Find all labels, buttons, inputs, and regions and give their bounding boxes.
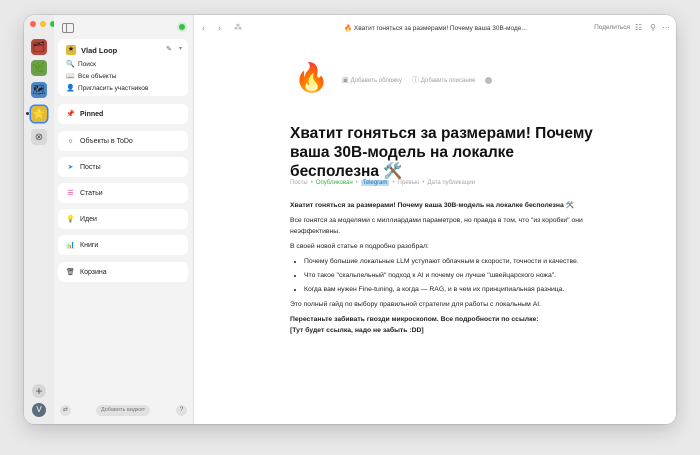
paragraph[interactable]: [Тут будет ссылка, надо не забыть :DD] (290, 325, 590, 336)
add-widget-button[interactable]: Добавить виджет (96, 405, 151, 416)
widget-todo[interactable]: ○ Объекты в ToDo (58, 131, 188, 151)
swap-icon[interactable]: ⇄ (60, 405, 71, 416)
space-card: ★ Vlad Loop ✎ ▾ 🔍 Поиск 📖 Все объекты 👤 … (58, 39, 188, 96)
spaces-rail: 🗂 🌿 🗺 ⭐ ⊗ + V (24, 15, 56, 424)
document-body[interactable]: Хватит гоняться за размерами! Почему ваш… (290, 200, 590, 340)
relations-icon[interactable]: ☷ (635, 23, 642, 32)
info-icon: ⓘ (411, 77, 419, 84)
space-avatar: ★ (66, 45, 76, 55)
search-icon: 🔍 (66, 61, 75, 68)
editor-area: ‹ › ⁂ 🔥 Хватит гоняться за размерами! По… (194, 15, 676, 424)
space-header[interactable]: ★ Vlad Loop (66, 45, 117, 55)
paragraph[interactable]: Это полный гайд по выбору правильной стр… (290, 299, 590, 310)
window-controls (30, 21, 56, 27)
status-relation[interactable]: Опубликован (316, 180, 353, 186)
layout-icon[interactable] (485, 76, 493, 84)
chevron-down-icon[interactable]: ▾ (179, 45, 182, 52)
trash-icon: 🗑 (66, 269, 75, 276)
list-item[interactable]: Когда вам нужен Fine-tuning, а когда — R… (304, 284, 590, 295)
paragraph[interactable]: Все гонятся за моделями с миллиардами па… (290, 215, 590, 237)
widget-pinned[interactable]: 📌 Pinned (58, 104, 188, 124)
type-relation[interactable]: Посты (290, 180, 308, 186)
user-icon: 👤 (66, 85, 75, 92)
list-icon: ☰ (67, 190, 74, 197)
sidebar: ★ Vlad Loop ✎ ▾ 🔍 Поиск 📖 Все объекты 👤 … (54, 15, 194, 424)
sync-status-icon[interactable] (179, 24, 185, 30)
top-bar: ‹ › ⁂ 🔥 Хватит гоняться за размерами! По… (194, 15, 676, 41)
separator: • (422, 180, 425, 186)
widget-label: Pinned (80, 110, 104, 118)
space-button-5[interactable]: ⊗ (31, 129, 47, 145)
list-item[interactable]: Почему большие локальные LLM уступают об… (304, 256, 590, 267)
tag-relation[interactable]: Telegram (360, 180, 390, 186)
image-icon: ▣ (342, 77, 349, 84)
list-item[interactable]: Что такое "скальпельный" подход к AI и п… (304, 270, 590, 281)
widget-posts[interactable]: ➤ Посты (58, 157, 188, 177)
more-icon[interactable]: ⋯ (662, 23, 670, 32)
preview-relation[interactable]: Превью (398, 180, 420, 186)
invite-members-label: Пригласить участников (78, 84, 149, 92)
widget-label: Объекты в ToDo (80, 137, 133, 145)
all-objects-label: Все объекты (78, 72, 117, 80)
lightbulb-icon: 💡 (66, 216, 75, 223)
checkbox-icon: ○ (68, 137, 73, 145)
book-icon: 📖 (66, 73, 75, 80)
pin-icon[interactable]: ⚲ (650, 23, 656, 32)
widget-articles[interactable]: ☰ Статьи (58, 183, 188, 203)
sidebar-toggle-icon[interactable] (62, 23, 74, 33)
widget-books[interactable]: 📊 Книги (58, 235, 188, 255)
app-window: 🗂 🌿 🗺 ⭐ ⊗ + V ★ Vlad Loop ✎ ▾ 🔍 Поиск 📖 (24, 15, 676, 424)
forward-arrow-icon[interactable]: › (218, 23, 221, 33)
space-name: Vlad Loop (81, 45, 118, 55)
document-emoji-icon[interactable]: 🔥 (294, 63, 329, 93)
document-title[interactable]: Хватит гоняться за размерами! Почему ваш… (290, 124, 595, 181)
all-objects-link[interactable]: 📖 Все объекты (66, 72, 117, 81)
separator: • (355, 180, 358, 186)
books-icon: 📊 (66, 242, 75, 249)
document-relations: Посты • Опубликован • Telegram • Превью … (290, 180, 475, 186)
space-button-1[interactable]: 🗂 (31, 39, 47, 55)
pin-icon: 📌 (66, 111, 75, 118)
widget-label: Книги (80, 241, 99, 249)
search-label: Поиск (78, 60, 97, 68)
space-button-2[interactable]: 🌿 (31, 60, 47, 76)
profile-avatar[interactable]: V (32, 403, 46, 417)
widget-label: Корзина (80, 268, 107, 276)
add-cover-button[interactable]: ▣ Добавить обложку (342, 76, 402, 84)
widget-label: Идеи (80, 215, 97, 223)
document-actions: ▣ Добавить обложку ⓘ Добавить описание (342, 75, 493, 85)
sidebar-footer: ⇄ Добавить виджет ? (60, 404, 187, 418)
widget-ideas[interactable]: 💡 Идеи (58, 209, 188, 229)
graph-icon[interactable]: ⁂ (234, 23, 242, 32)
paragraph[interactable]: Перестаньте забивать гвозди микроскопом.… (290, 314, 590, 325)
publish-date-relation[interactable]: Дата публикации (427, 180, 475, 186)
widget-label: Статьи (80, 189, 103, 197)
widget-trash[interactable]: 🗑 Корзина (58, 262, 188, 282)
back-arrow-icon[interactable]: ‹ (202, 23, 205, 33)
separator: • (392, 180, 395, 186)
widget-label: Посты (80, 163, 101, 171)
space-button-active[interactable]: ⭐ (31, 106, 47, 122)
separator: • (310, 180, 313, 186)
share-button[interactable]: Поделиться (594, 24, 630, 31)
add-space-button[interactable]: + (32, 384, 46, 398)
document-title-breadcrumb[interactable]: 🔥 Хватит гоняться за размерами! Почему в… (344, 24, 527, 32)
active-space-indicator (26, 112, 29, 115)
close-window-button[interactable] (30, 21, 36, 27)
minimize-window-button[interactable] (40, 21, 46, 27)
sidebar-header (62, 23, 185, 35)
space-button-3[interactable]: 🗺 (31, 82, 47, 98)
invite-members-link[interactable]: 👤 Пригласить участников (66, 84, 149, 93)
paragraph[interactable]: Хватит гоняться за размерами! Почему ваш… (290, 200, 590, 211)
bullet-list: Почему большие локальные LLM уступают об… (290, 256, 590, 295)
new-object-icon[interactable]: ✎ (166, 45, 172, 53)
search-link[interactable]: 🔍 Поиск (66, 60, 97, 69)
paragraph[interactable]: В своей новой статье я подробно разобрал… (290, 241, 590, 252)
help-button[interactable]: ? (176, 405, 187, 416)
add-description-button[interactable]: ⓘ Добавить описание (412, 75, 475, 85)
send-icon: ➤ (67, 164, 74, 171)
